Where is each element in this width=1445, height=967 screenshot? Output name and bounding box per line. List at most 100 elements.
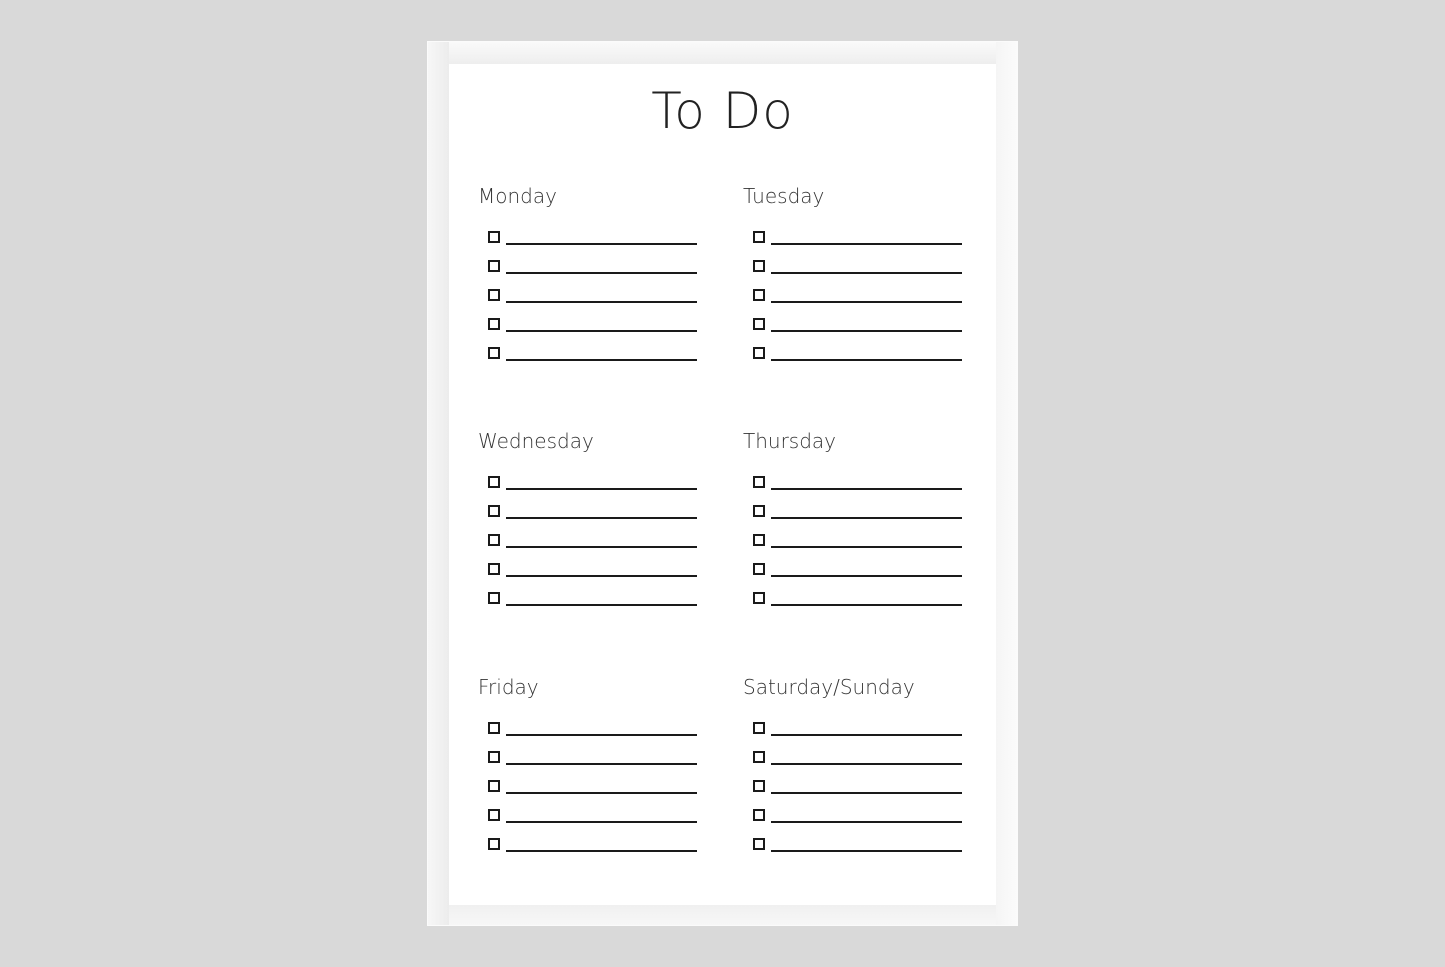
checkbox-icon[interactable] <box>488 780 500 792</box>
task-item <box>743 529 983 558</box>
task-line[interactable] <box>506 546 697 548</box>
checkbox-icon[interactable] <box>488 347 500 359</box>
checkbox-icon[interactable] <box>488 505 500 517</box>
checkbox-icon[interactable] <box>753 347 765 359</box>
checkbox-icon[interactable] <box>753 289 765 301</box>
task-item <box>478 804 718 833</box>
task-line[interactable] <box>506 301 697 303</box>
checkbox-icon[interactable] <box>753 809 765 821</box>
task-line[interactable] <box>771 330 962 332</box>
checkbox-icon[interactable] <box>488 751 500 763</box>
task-item <box>743 313 983 342</box>
checkbox-icon[interactable] <box>488 476 500 488</box>
task-line[interactable] <box>506 850 697 852</box>
checkbox-icon[interactable] <box>753 318 765 330</box>
checkbox-icon[interactable] <box>488 231 500 243</box>
task-line[interactable] <box>771 243 962 245</box>
checkbox-icon[interactable] <box>753 260 765 272</box>
task-line[interactable] <box>506 821 697 823</box>
task-item <box>478 746 718 775</box>
checkbox-icon[interactable] <box>753 838 765 850</box>
task-line[interactable] <box>771 301 962 303</box>
task-line[interactable] <box>771 821 962 823</box>
day-label: Saturday/Sunday <box>743 675 915 699</box>
task-item <box>478 717 718 746</box>
day-section-thursday: Thursday <box>743 429 983 616</box>
task-line[interactable] <box>506 604 697 606</box>
checkbox-icon[interactable] <box>753 722 765 734</box>
task-line[interactable] <box>506 734 697 736</box>
day-section-friday: Friday <box>478 675 718 862</box>
checkbox-icon[interactable] <box>753 751 765 763</box>
task-item <box>743 471 983 500</box>
task-item <box>478 529 718 558</box>
day-section-wednesday: Wednesday <box>478 429 718 616</box>
task-list <box>478 226 718 371</box>
task-line[interactable] <box>771 575 962 577</box>
task-line[interactable] <box>771 734 962 736</box>
checkbox-icon[interactable] <box>488 722 500 734</box>
day-section-saturday-sunday: Saturday/Sunday <box>743 675 983 862</box>
task-item <box>478 255 718 284</box>
task-line[interactable] <box>506 763 697 765</box>
checkbox-icon[interactable] <box>488 563 500 575</box>
task-line[interactable] <box>506 330 697 332</box>
task-line[interactable] <box>771 517 962 519</box>
task-line[interactable] <box>771 763 962 765</box>
frame-bevel-bottom <box>428 905 1017 925</box>
task-line[interactable] <box>771 850 962 852</box>
checkbox-icon[interactable] <box>753 476 765 488</box>
task-line[interactable] <box>506 243 697 245</box>
checkbox-icon[interactable] <box>488 809 500 821</box>
task-line[interactable] <box>771 792 962 794</box>
task-line[interactable] <box>771 272 962 274</box>
task-line[interactable] <box>506 792 697 794</box>
frame-bevel-left <box>428 42 449 925</box>
task-line[interactable] <box>506 272 697 274</box>
task-item <box>743 226 983 255</box>
task-line[interactable] <box>506 488 697 490</box>
checkbox-icon[interactable] <box>753 505 765 517</box>
checkbox-icon[interactable] <box>753 534 765 546</box>
checkbox-icon[interactable] <box>488 318 500 330</box>
task-list <box>743 226 983 371</box>
task-line[interactable] <box>506 517 697 519</box>
task-item <box>478 284 718 313</box>
task-item <box>478 587 718 616</box>
task-line[interactable] <box>771 604 962 606</box>
checkbox-icon[interactable] <box>753 231 765 243</box>
task-item <box>478 833 718 862</box>
task-line[interactable] <box>506 575 697 577</box>
task-item <box>478 775 718 804</box>
task-item <box>743 833 983 862</box>
checkbox-icon[interactable] <box>488 289 500 301</box>
task-item <box>743 775 983 804</box>
task-item <box>743 804 983 833</box>
task-item <box>743 255 983 284</box>
picture-frame: To Do Monday Tuesday Wednesday Thursday Frid… <box>427 41 1018 926</box>
checkbox-icon[interactable] <box>488 838 500 850</box>
day-label: Tuesday <box>743 184 825 208</box>
checkbox-icon[interactable] <box>488 260 500 272</box>
task-list <box>743 717 983 862</box>
day-label: Friday <box>478 675 539 699</box>
task-item <box>478 500 718 529</box>
task-item <box>743 558 983 587</box>
task-item <box>478 342 718 371</box>
checkbox-icon[interactable] <box>753 563 765 575</box>
frame-bevel-top <box>428 42 1017 64</box>
checkbox-icon[interactable] <box>488 534 500 546</box>
task-list <box>478 717 718 862</box>
checkbox-icon[interactable] <box>753 780 765 792</box>
task-line[interactable] <box>771 359 962 361</box>
task-item <box>478 558 718 587</box>
task-line[interactable] <box>771 488 962 490</box>
task-list <box>743 471 983 616</box>
checkbox-icon[interactable] <box>753 592 765 604</box>
day-label: Thursday <box>743 429 836 453</box>
checkbox-icon[interactable] <box>488 592 500 604</box>
task-line[interactable] <box>506 359 697 361</box>
day-label: Wednesday <box>478 429 594 453</box>
task-line[interactable] <box>771 546 962 548</box>
task-list <box>478 471 718 616</box>
